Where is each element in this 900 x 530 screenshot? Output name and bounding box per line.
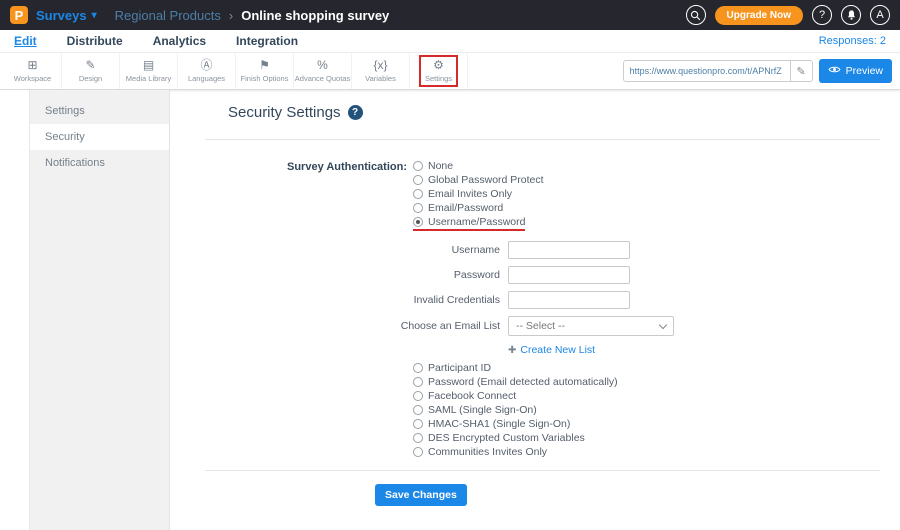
- credential-fields: Username Password Invalid Credentials Ch…: [205, 241, 900, 336]
- tab-distribute[interactable]: Distribute: [67, 34, 123, 48]
- tab-integration[interactable]: Integration: [236, 34, 298, 48]
- chevron-down-icon: ▾: [91, 9, 97, 21]
- radio-option-des-encrypted[interactable]: DES Encrypted Custom Variables: [413, 432, 585, 444]
- radio-icon: [413, 405, 423, 415]
- invalid-credentials-label: Invalid Credentials: [413, 294, 500, 306]
- search-icon[interactable]: [685, 5, 706, 25]
- gear-icon: ⚙: [433, 58, 444, 72]
- toolbar-item-finish-options[interactable]: ⚑ Finish Options: [236, 53, 294, 89]
- radio-option-email-invites-only[interactable]: Email Invites Only: [413, 188, 512, 200]
- toolbar-item-variables[interactable]: {x} Variables: [352, 53, 410, 89]
- toolbar-item-advance-quotas[interactable]: % Advance Quotas: [294, 53, 352, 89]
- chevron-down-icon: [658, 320, 668, 329]
- workspace-icon: ⊞: [27, 58, 38, 72]
- username-label: Username: [451, 244, 500, 256]
- email-list-label: Choose an Email List: [400, 320, 500, 332]
- sidebar-item-security[interactable]: Security: [30, 124, 169, 150]
- radio-option-participant-id[interactable]: Participant ID: [413, 362, 491, 374]
- radio-option-hmac-sha1[interactable]: HMAC-SHA1 (Single Sign-On): [413, 418, 570, 430]
- auth-options-top: None Global Password Protect Email Invit…: [413, 160, 544, 231]
- invalid-credentials-input[interactable]: [508, 291, 630, 309]
- radio-icon: [413, 175, 423, 185]
- surveys-menu[interactable]: Surveys ▾: [36, 8, 97, 23]
- radio-option-none[interactable]: None: [413, 160, 453, 172]
- preview-button[interactable]: Preview: [818, 59, 892, 83]
- questionpro-logo: P: [10, 6, 28, 24]
- toolbar-item-workspace[interactable]: ⊞ Workspace: [4, 53, 62, 89]
- security-form: Survey Authentication: None Global Passw…: [170, 140, 900, 458]
- eye-icon: [828, 65, 841, 77]
- breadcrumb-separator-icon: ›: [228, 7, 234, 23]
- radio-option-password-email-detected[interactable]: Password (Email detected automatically): [413, 376, 618, 388]
- breadcrumb-parent[interactable]: Regional Products: [115, 8, 221, 23]
- radio-icon: [413, 377, 423, 387]
- email-list-selected-value: -- Select --: [516, 320, 566, 332]
- page-title: Security Settings: [228, 104, 341, 121]
- toolbar-item-settings[interactable]: ⚙ Settings: [410, 53, 468, 89]
- toolbar-item-design[interactable]: ✎ Design: [62, 53, 120, 89]
- tab-analytics[interactable]: Analytics: [153, 34, 206, 48]
- survey-url-box: ✎: [622, 60, 813, 82]
- auth-options-bottom: Participant ID Password (Email detected …: [413, 362, 900, 458]
- radio-icon: [413, 391, 423, 401]
- password-input[interactable]: [508, 266, 630, 284]
- password-label: Password: [453, 269, 500, 281]
- divider: [205, 470, 880, 471]
- avatar[interactable]: A: [870, 5, 890, 25]
- create-new-list-link[interactable]: ✚ Create New List: [508, 344, 595, 356]
- radio-option-saml[interactable]: SAML (Single Sign-On): [413, 404, 537, 416]
- topbar-actions: Upgrade Now ? A: [685, 5, 890, 25]
- main-content: Security Settings ? Survey Authenticatio…: [170, 90, 900, 530]
- responses-count[interactable]: Responses: 2: [819, 35, 886, 47]
- languages-icon: Ⓐ: [200, 58, 213, 72]
- toolbar-item-media-library[interactable]: ▤ Media Library: [120, 53, 178, 89]
- variables-icon: {x}: [373, 58, 388, 72]
- top-bar: P Surveys ▾ Regional Products › Online s…: [0, 0, 900, 30]
- radio-option-email-password[interactable]: Email/Password: [413, 202, 503, 214]
- radio-icon: [413, 189, 423, 199]
- email-list-select[interactable]: -- Select --: [508, 316, 674, 336]
- breadcrumb: Regional Products › Online shopping surv…: [115, 8, 390, 23]
- module-nav: Edit Distribute Analytics Integration Re…: [0, 30, 900, 53]
- notifications-bell-icon[interactable]: [841, 5, 861, 25]
- radio-icon: [413, 161, 423, 171]
- upgrade-now-button[interactable]: Upgrade Now: [714, 5, 803, 25]
- username-input[interactable]: [508, 241, 630, 259]
- advance-quotas-icon: %: [317, 58, 328, 72]
- radio-option-global-password-protect[interactable]: Global Password Protect: [413, 174, 544, 186]
- radio-icon: [413, 447, 423, 457]
- radio-option-username-password[interactable]: Username/Password: [413, 216, 526, 231]
- breadcrumb-current: Online shopping survey: [241, 7, 390, 23]
- survey-authentication-label: Survey Authentication:: [287, 161, 407, 173]
- settings-sidebar: Settings Security Notifications: [30, 90, 170, 530]
- radio-option-facebook-connect[interactable]: Facebook Connect: [413, 390, 516, 402]
- sidebar-item-notifications[interactable]: Notifications: [30, 150, 169, 176]
- finish-options-icon: ⚑: [259, 58, 270, 72]
- edit-url-button[interactable]: ✎: [789, 61, 812, 81]
- design-icon: ✎: [85, 58, 96, 72]
- toolbar-right: ✎ Preview: [622, 53, 900, 89]
- survey-toolbar: ⊞ Workspace ✎ Design ▤ Media Library Ⓐ Langu…: [0, 53, 900, 90]
- surveys-menu-label: Surveys: [36, 7, 87, 23]
- left-gutter: [0, 90, 30, 530]
- sidebar-item-settings[interactable]: Settings: [30, 98, 169, 124]
- radio-icon: [413, 203, 423, 213]
- help-icon[interactable]: ?: [347, 105, 363, 120]
- help-icon[interactable]: ?: [812, 5, 832, 25]
- radio-icon: [413, 363, 423, 373]
- pencil-icon: ✎: [796, 65, 806, 78]
- tab-edit[interactable]: Edit: [14, 34, 37, 48]
- radio-option-communities-invites[interactable]: Communities Invites Only: [413, 446, 547, 458]
- plus-icon: ✚: [508, 344, 517, 356]
- radio-icon: [413, 419, 423, 429]
- settings-annotation-box: ⚙ Settings: [418, 55, 459, 87]
- toolbar-item-languages[interactable]: Ⓐ Languages: [178, 53, 236, 89]
- media-library-icon: ▤: [142, 58, 155, 72]
- survey-url-input[interactable]: [623, 66, 790, 76]
- save-changes-button[interactable]: Save Changes: [375, 484, 467, 506]
- radio-icon: [413, 217, 423, 227]
- radio-icon: [413, 433, 423, 443]
- preview-label: Preview: [845, 65, 883, 77]
- create-new-list-label: Create New List: [520, 344, 596, 356]
